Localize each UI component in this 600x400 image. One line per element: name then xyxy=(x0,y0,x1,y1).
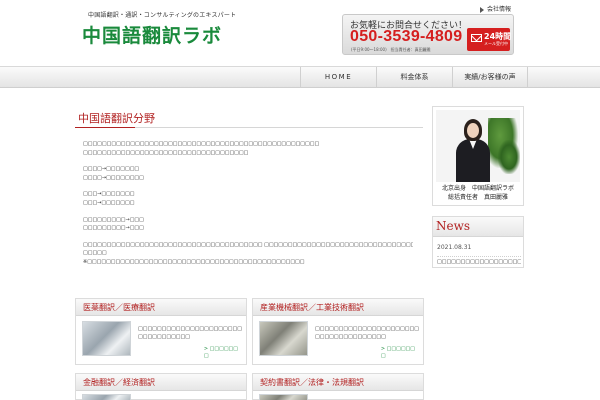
nav-item-pricing[interactable]: 料金体系 xyxy=(376,67,452,88)
service-card-legal[interactable]: 契約書翻訳／法律・法規翻訳 xyxy=(252,373,424,400)
triangle-right-icon xyxy=(480,6,484,13)
body-paragraph: □□□□□□□□□→□□□ xyxy=(83,216,144,223)
contact-hours: (平日9:00～18:00) 担当責任者：真田麗雅 xyxy=(351,47,431,52)
service-card-title[interactable]: 医薬翻訳／医療翻訳 xyxy=(76,299,246,316)
body-paragraph: □□□□□□□□□□□□□□□□□□□□□□□□□□□□□□□□□□□ xyxy=(83,149,249,156)
service-card-medical[interactable]: 医薬翻訳／医療翻訳 □□□□□□□□□□□□□□□□□□□□□□□□□□□□□□… xyxy=(75,298,247,365)
news-heading: News xyxy=(433,217,523,237)
service-card-more-link[interactable]: > □□□□□□ □ xyxy=(204,346,238,360)
profile-box: 北京出身 中国語翻訳ラボ 総括責任者 真田麗雅 xyxy=(432,106,524,206)
legal-thumbnail xyxy=(259,394,308,400)
main-nav: HOME 料金体系 実績/お客様の声 xyxy=(0,66,600,88)
contact-phone-number[interactable]: 050-3539-4809 xyxy=(350,28,462,46)
body-paragraph: □□□□□ xyxy=(83,250,107,257)
service-card-more-link[interactable]: > □□□□□□ □ xyxy=(381,346,415,360)
more-link-line: □ xyxy=(380,353,386,359)
medical-thumbnail xyxy=(82,321,131,356)
mail-contact-button[interactable]: 24時間 メール受付中 xyxy=(467,28,511,51)
logo-tagline: 中国語翻訳・通訳・コンサルティングのエキスパート xyxy=(88,12,237,19)
news-box: News 2021.08.31 □□□□□□□□□□□□□□□□□□□□ xyxy=(432,216,524,268)
company-info-link[interactable]: 会社情報 xyxy=(480,4,511,13)
finance-thumbnail xyxy=(82,394,131,400)
service-card-description: □□□□□□□□□□□□□□□□□□□□□□□□□□□□□□□□□ xyxy=(138,326,242,340)
body-paragraph: □□□□→□□□□□□□ xyxy=(83,166,140,173)
page-title: 中国語翻訳分野 xyxy=(75,106,423,128)
envelope-icon xyxy=(471,34,482,42)
body-paragraph: □□□→□□□□□□□ xyxy=(83,191,135,198)
mail-button-sub: メール受付中 xyxy=(484,41,508,46)
profile-photo xyxy=(436,110,520,182)
machinery-thumbnail xyxy=(259,321,308,356)
more-link-line: > □□□□□□ xyxy=(203,346,238,352)
profile-caption-line: 総括責任者 真田麗雅 xyxy=(447,194,508,201)
body-paragraph: □□□→□□□□□□□ xyxy=(83,199,135,206)
person-face-shape xyxy=(467,123,479,138)
body-paragraph: □□□□→□□□□□□□□ xyxy=(83,174,144,181)
service-card-finance[interactable]: 金融翻訳／経済翻訳 xyxy=(75,373,247,400)
plant-shape xyxy=(498,140,520,174)
more-link-line: > □□□□□□ xyxy=(380,346,415,352)
nav-item-results[interactable]: 実績/お客様の声 xyxy=(452,67,528,88)
company-info-label: 会社情報 xyxy=(487,6,512,13)
body-paragraph: □□□□□□□□□□□□□□□□□□□□□□□□□□□□□□□□□□□□□□□□… xyxy=(83,141,320,147)
body-paragraph: ※□□□□□□□□□□□□□□□□□□□□□□□□□□□□□□□□□□□□□□□… xyxy=(83,258,305,265)
more-link-line: □ xyxy=(203,353,209,359)
service-card-description: □□□□□□□□□□□□□□□□□□□□□□□□□□□□□□□□□□□□□ xyxy=(315,326,419,340)
service-card-title[interactable]: 金融翻訳／経済翻訳 xyxy=(76,374,246,391)
service-card-machinery[interactable]: 産業機械翻訳／工業技術翻訳 □□□□□□□□□□□□□□□□□□□□□□□□□□… xyxy=(252,298,424,365)
profile-caption: 北京出身 中国語翻訳ラボ 総括責任者 真田麗雅 xyxy=(433,184,523,202)
profile-caption-line: 北京出身 中国語翻訳ラボ xyxy=(441,185,514,192)
service-card-title[interactable]: 契約書翻訳／法律・法規翻訳 xyxy=(253,374,423,391)
main-body-text: □□□□□□□□□□□□□□□□□□□□□□□□□□□□□□□□□□□□□□□□… xyxy=(83,140,413,267)
contact-box: お気軽にお問合せください！ 050-3539-4809 (平日9:00～18:0… xyxy=(342,14,514,55)
logo-name: 中国語翻訳ラボ xyxy=(82,25,223,47)
body-paragraph: □□□□□□□□□□□□□□□□□□□□□□□□□□□□□□□□□□□□□□ □… xyxy=(83,241,413,248)
nav-item-home[interactable]: HOME xyxy=(300,67,376,88)
body-paragraph: □□□□□□□□□→□□□ xyxy=(83,225,144,232)
news-entry-link[interactable]: □□□□□□□□□□□□□□□□□□□□ xyxy=(437,256,521,265)
site-logo[interactable]: 中国語翻訳・通訳・コンサルティングのエキスパート 中国語翻訳ラボ xyxy=(82,10,236,48)
site-header: 中国語翻訳・通訳・コンサルティングのエキスパート 中国語翻訳ラボ 会社情報 お気… xyxy=(0,0,600,66)
service-card-title[interactable]: 産業機械翻訳／工業技術翻訳 xyxy=(253,299,423,316)
news-date: 2021.08.31 xyxy=(437,244,472,251)
